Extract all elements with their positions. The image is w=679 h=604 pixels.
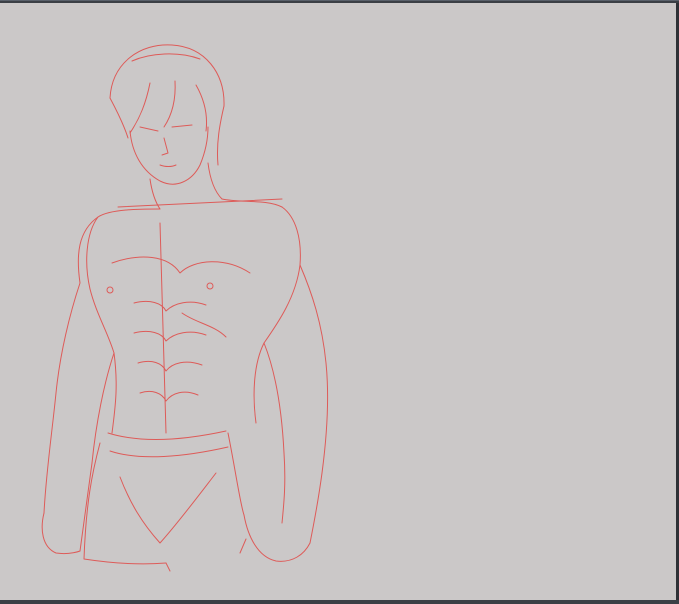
hair-fringe-3 bbox=[195, 84, 207, 132]
shorts-left bbox=[83, 442, 167, 565]
nose bbox=[161, 137, 169, 156]
abs-row-2 bbox=[133, 330, 207, 342]
hand-right bbox=[243, 514, 311, 562]
arm-left-inner bbox=[79, 352, 115, 552]
title-bar-accent bbox=[0, 0, 679, 1]
shoulder-left bbox=[97, 208, 161, 218]
neck-left bbox=[149, 178, 161, 210]
nipple-left bbox=[106, 286, 114, 294]
eye-left bbox=[139, 126, 159, 132]
center-line bbox=[159, 222, 167, 434]
status-bar bbox=[0, 600, 679, 604]
eye-right bbox=[171, 124, 193, 128]
waistband-bottom bbox=[109, 446, 229, 458]
arm-right-inner bbox=[263, 342, 286, 524]
hair-top-line bbox=[131, 53, 201, 62]
hand-left bbox=[41, 512, 81, 555]
abs-row-3 bbox=[137, 360, 203, 372]
shorts-hem bbox=[165, 562, 171, 572]
nipple-right bbox=[206, 282, 214, 290]
abs-row-4 bbox=[139, 390, 199, 402]
abs-row-1 bbox=[133, 300, 207, 312]
arm-right-outer bbox=[299, 264, 329, 544]
shorts-crotch bbox=[119, 472, 217, 544]
waistband-top bbox=[107, 430, 227, 441]
hair-strand-right bbox=[217, 105, 225, 166]
chest-line bbox=[111, 256, 251, 274]
neck-right bbox=[207, 162, 223, 200]
face-outline bbox=[129, 126, 209, 185]
shorts-right bbox=[227, 432, 245, 516]
hair-fringe-1 bbox=[129, 82, 151, 134]
finger-right bbox=[239, 538, 247, 554]
hair-fringe-2 bbox=[163, 80, 176, 128]
ribs-right bbox=[181, 312, 227, 338]
arm-left-outer bbox=[43, 216, 99, 514]
sketch-layer bbox=[41, 44, 329, 572]
hair-strand-left bbox=[109, 97, 129, 139]
mouth bbox=[159, 164, 177, 167]
drawing-canvas[interactable] bbox=[0, 3, 676, 600]
shoulder-guide bbox=[117, 198, 283, 208]
drawing-app-window bbox=[0, 0, 679, 604]
